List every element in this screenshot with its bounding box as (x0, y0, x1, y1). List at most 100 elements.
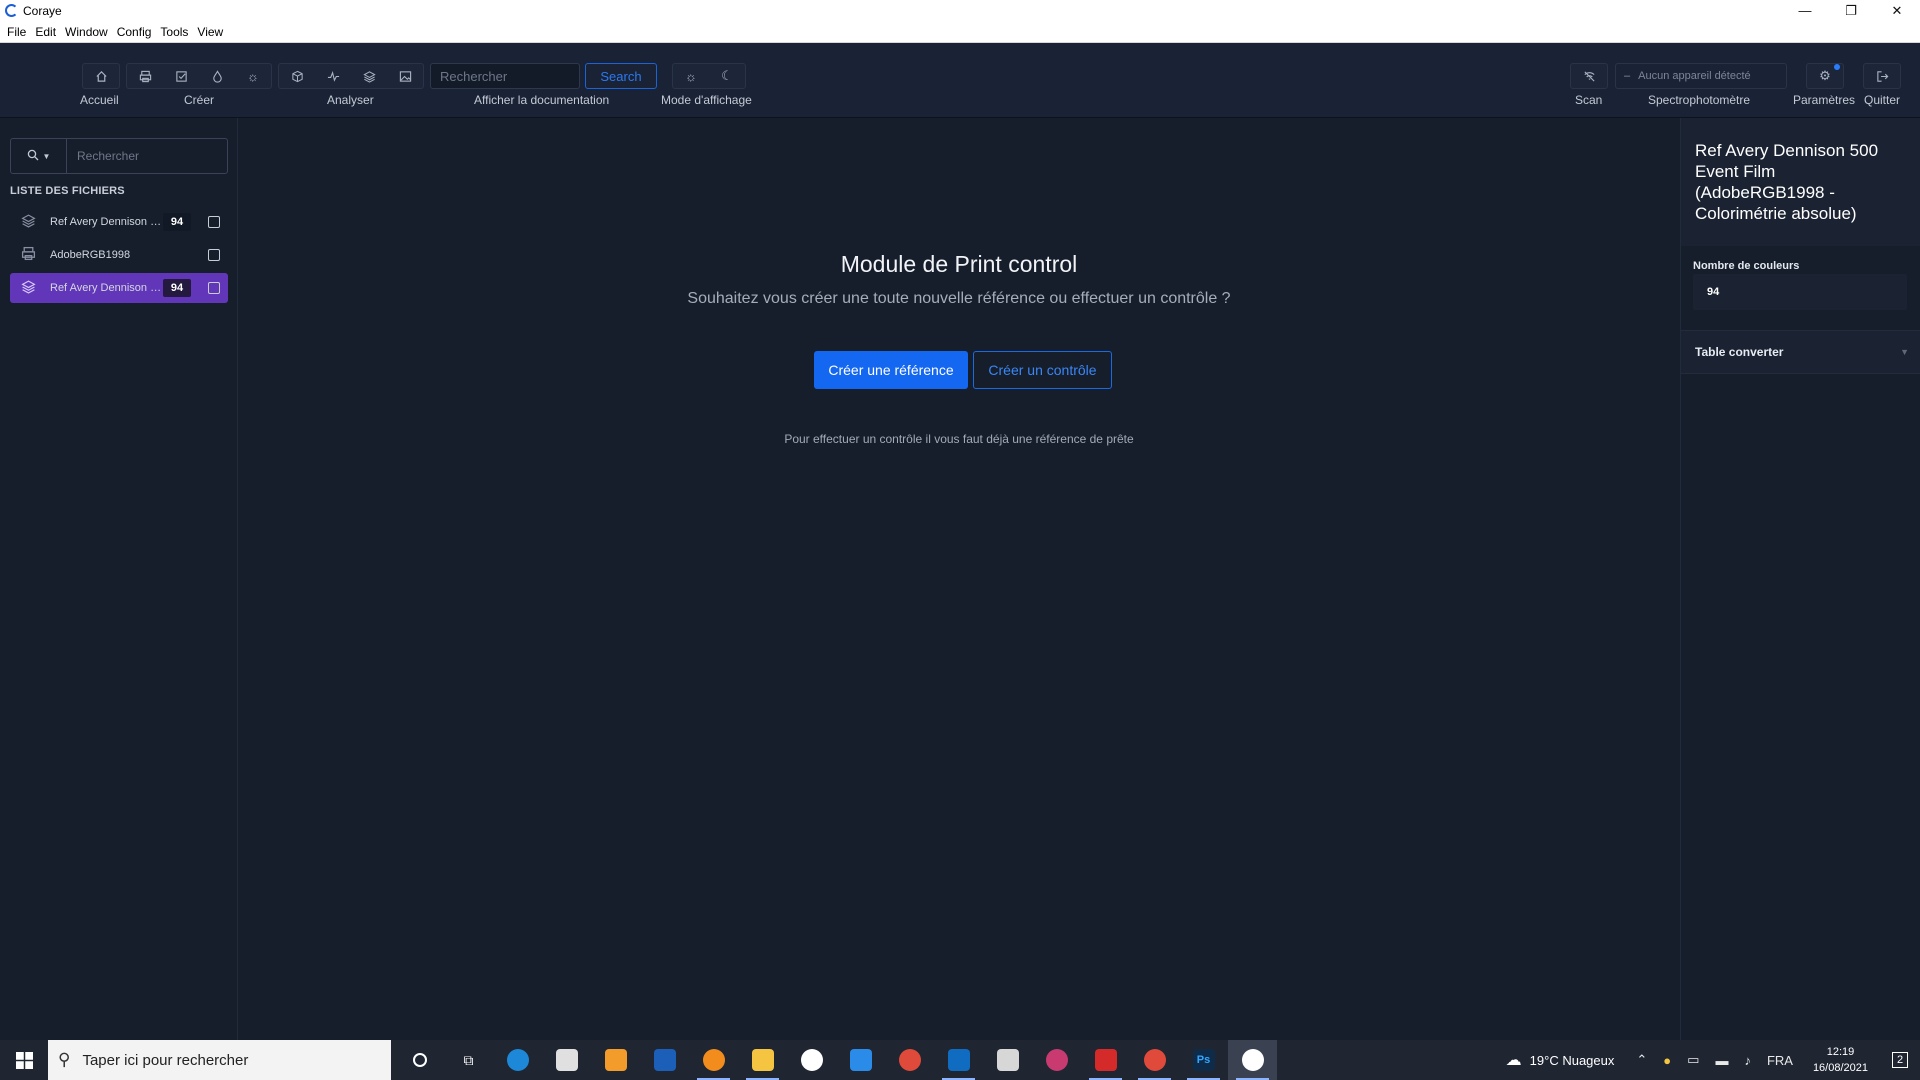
file-checkbox[interactable] (208, 249, 220, 261)
close-button[interactable]: ✕ (1874, 0, 1920, 21)
colors-count-value: 94 (1693, 274, 1907, 310)
search-filter-dropdown[interactable]: ▼ (11, 139, 67, 173)
app-logo-icon (5, 4, 18, 17)
task-view-icon[interactable]: ⧉ (444, 1040, 493, 1080)
scan-label: Scan (1575, 93, 1603, 107)
clock[interactable]: 12:19 16/08/2021 (1813, 1044, 1868, 1076)
chevron-up-icon[interactable]: ⌃ (1636, 1052, 1647, 1068)
search-icon (27, 149, 39, 164)
display-mode-group: ☼ ☾ (672, 63, 746, 89)
display-mode-label: Mode d'affichage (661, 93, 752, 107)
file-item-active[interactable]: Ref Avery Dennison 500 Event Film 94 (10, 273, 228, 303)
file-item[interactable]: Ref Avery Dennison 500 Event Film 94 (10, 207, 228, 237)
settings-label: Paramètres (1793, 93, 1856, 107)
menu-view[interactable]: View (197, 25, 223, 39)
create-control-button[interactable]: Créer un contrôle (973, 351, 1112, 389)
activity-icon[interactable] (315, 64, 351, 88)
file-item[interactable]: AdobeRGB1998 (10, 240, 228, 270)
menu-bar: File Edit Window Config Tools View (0, 21, 1920, 43)
droplet-icon[interactable] (199, 64, 235, 88)
volume-icon[interactable]: ♪ (1744, 1053, 1751, 1068)
title-bar: Coraye — ❐ ✕ (0, 0, 1920, 21)
maximize-button[interactable]: ❐ (1828, 0, 1874, 21)
slack-icon[interactable] (787, 1040, 836, 1080)
menu-config[interactable]: Config (117, 25, 152, 39)
menu-window[interactable]: Window (65, 25, 108, 39)
layers-icon (18, 213, 38, 231)
file-name: Ref Avery Dennison 500 Event Film (50, 216, 163, 228)
acrobat-icon[interactable] (1081, 1040, 1130, 1080)
reference-title: Ref Avery Dennison 500 Event Film (Adobe… (1681, 118, 1920, 246)
file-checkbox[interactable] (208, 282, 220, 294)
details-panel: Ref Avery Dennison 500 Event Film (Adobe… (1680, 118, 1920, 1040)
photoshop-icon[interactable]: Ps (1179, 1040, 1228, 1080)
search-icon: ⚲ (58, 1050, 71, 1069)
notification-count: 2 (1891, 1052, 1909, 1068)
media-player-icon[interactable] (591, 1040, 640, 1080)
menu-edit[interactable]: Edit (35, 25, 56, 39)
module-title: Module de Print control (840, 251, 1078, 277)
home-label: Accueil (80, 93, 119, 107)
menu-tools[interactable]: Tools (160, 25, 188, 39)
settings-app-icon[interactable] (689, 1040, 738, 1080)
dark-mode-icon[interactable]: ☾ (709, 64, 745, 88)
tray-app-icon[interactable]: ● (1663, 1053, 1671, 1068)
file-count-badge: 94 (163, 279, 191, 297)
sidebar-search-input[interactable]: Rechercher (67, 139, 227, 173)
store-icon[interactable] (542, 1040, 591, 1080)
toolbar: Accueil ☼ Créer Analyser Rechercher Sear… (0, 43, 1920, 118)
edge-icon[interactable] (493, 1040, 542, 1080)
control-note: Pour effectuer un contrôle il vous faut … (784, 432, 1134, 446)
outlook-icon[interactable] (934, 1040, 983, 1080)
printer-icon[interactable] (127, 64, 163, 88)
device-status-text: Aucun appareil détecté (1638, 70, 1751, 82)
chevron-down-icon: ▼ (1900, 347, 1909, 357)
quit-group (1863, 63, 1901, 89)
minimize-button[interactable]: — (1782, 0, 1828, 21)
file-count-badge: 94 (163, 213, 191, 231)
toolbar-search-button[interactable]: Search (585, 63, 657, 89)
cortana-icon[interactable] (395, 1040, 444, 1080)
notification-center-icon[interactable]: 2 (1880, 1052, 1920, 1068)
home-icon[interactable] (83, 64, 119, 88)
scan-off-icon[interactable] (1571, 64, 1607, 88)
light-mode-icon[interactable]: ☼ (673, 64, 709, 88)
spectro-label: Spectrophotomètre (1648, 93, 1751, 107)
printer-app-icon[interactable] (983, 1040, 1032, 1080)
layers-icon (18, 279, 38, 297)
taskbar-search-input[interactable]: ⚲ Taper ici pour rechercher (48, 1040, 391, 1080)
docs-label[interactable]: Afficher la documentation (474, 93, 609, 107)
menu-file[interactable]: File (7, 25, 26, 39)
system-tray: ☁ 19°C Nuageux ⌃ ● ▭ ▬ ♪ FRA 12:19 16/08… (1506, 1040, 1920, 1080)
windows-start-icon[interactable] (0, 1040, 48, 1080)
app-g-icon[interactable] (640, 1040, 689, 1080)
colors-count-label: Nombre de couleurs (1693, 260, 1800, 272)
taskbar-search-placeholder: Taper ici pour rechercher (82, 1051, 249, 1069)
color-wheel-icon[interactable] (1032, 1040, 1081, 1080)
file-explorer-icon[interactable] (738, 1040, 787, 1080)
checkbox-edit-icon[interactable] (163, 64, 199, 88)
create-reference-button[interactable]: Créer une référence (814, 351, 968, 389)
toolbar-search-input[interactable]: Rechercher (430, 63, 580, 89)
chrome-icon[interactable] (885, 1040, 934, 1080)
layers-icon[interactable] (351, 64, 387, 88)
analyze-label: Analyser (327, 93, 374, 107)
printer-icon (18, 246, 38, 264)
spectrophotometer-status[interactable]: – Aucun appareil détecté (1615, 63, 1787, 89)
table-converter-section[interactable]: Table converter ▼ (1681, 330, 1920, 374)
weather-text: 19°C Nuageux (1529, 1052, 1615, 1068)
file-checkbox[interactable] (208, 216, 220, 228)
image-icon[interactable] (387, 64, 423, 88)
weather-widget[interactable]: ☁ 19°C Nuageux (1506, 1050, 1615, 1070)
logout-icon[interactable] (1864, 64, 1900, 88)
coraye-app-icon[interactable] (1228, 1040, 1277, 1080)
network-icon[interactable]: ▭ (1687, 1052, 1699, 1068)
sun-icon[interactable]: ☼ (235, 64, 271, 88)
cube-icon[interactable] (279, 64, 315, 88)
quit-label: Quitter (1864, 93, 1901, 107)
clock-date: 16/08/2021 (1812, 1062, 1868, 1074)
mail-icon[interactable] (836, 1040, 885, 1080)
battery-icon[interactable]: ▬ (1715, 1053, 1728, 1068)
chrome-profile-icon[interactable] (1130, 1040, 1179, 1080)
language-indicator[interactable]: FRA (1767, 1053, 1793, 1068)
